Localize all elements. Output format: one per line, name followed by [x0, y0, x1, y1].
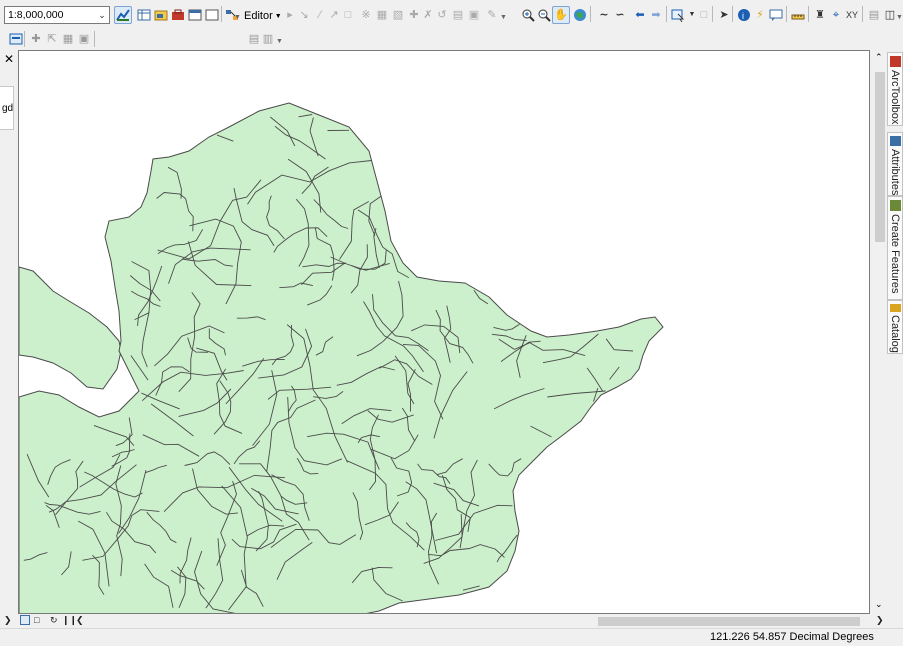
find-icon[interactable]: ♜: [812, 7, 828, 23]
window-icon[interactable]: [204, 7, 220, 23]
rotate-tool-icon[interactable]: ▧: [390, 7, 406, 23]
move-icon[interactable]: ✚: [28, 31, 44, 47]
attributes-window-icon[interactable]: ▤: [450, 7, 466, 23]
zoom-in-icon[interactable]: [520, 7, 536, 23]
find-route-icon[interactable]: ⌖: [828, 7, 844, 23]
polygon-layer: [19, 102, 664, 613]
python-icon[interactable]: [187, 7, 203, 23]
vertical-scroll-thumb[interactable]: [875, 72, 885, 242]
resize-icon[interactable]: ⇱: [44, 31, 60, 47]
toolbar-separator: [94, 31, 95, 47]
refresh-icon[interactable]: ↻: [50, 615, 58, 626]
layout-toolbar: ✚ ⇱ ▦ ▣ ⌄ ▤ ▥ ▼: [0, 28, 903, 75]
edit-tool-icon[interactable]: ↘: [296, 7, 312, 23]
identify-icon[interactable]: i: [736, 7, 752, 23]
full-extent-icon[interactable]: [572, 7, 588, 23]
measure-icon[interactable]: [790, 7, 806, 23]
svg-text:i: i: [742, 11, 744, 21]
scroll-down-icon[interactable]: ⌄: [875, 599, 883, 610]
cut-polygon-icon[interactable]: ※: [358, 7, 374, 23]
toc-layer-label: gd: [0, 86, 14, 130]
forward-icon[interactable]: ➡: [648, 7, 664, 23]
toolbar-overflow-icon[interactable]: ▼: [276, 38, 283, 48]
toolbar-separator: [808, 6, 809, 22]
region-mainland: [19, 266, 122, 390]
html-popup-icon[interactable]: [768, 7, 784, 23]
toolbar-separator: [862, 6, 863, 22]
map-layer: [19, 102, 664, 613]
scroll-up-icon[interactable]: ⌃: [875, 52, 883, 63]
fixed-zoom-in-icon[interactable]: ∼: [596, 7, 612, 23]
status-bar: 121.226 54.857 Decimal Degrees: [0, 628, 903, 646]
editor-label: Editor: [244, 10, 273, 22]
hyperlink-icon[interactable]: ⚡: [752, 7, 768, 23]
dock-tab-label: Attributes: [889, 148, 901, 195]
toolbar-overflow-icon[interactable]: ▼: [500, 14, 507, 24]
sketch-icon[interactable]: □: [340, 7, 356, 23]
layout-view-icon[interactable]: □: [34, 615, 39, 625]
chevron-down-icon: ⌄: [98, 9, 106, 20]
arcmap-window: 1:8,000,000 ⌄ ▼ Editor ▼ ▸ ↘ ∕ ↗ □ ※ ▦ ▧…: [0, 0, 903, 646]
toolbox-icon: [889, 56, 901, 67]
map-scale-value: 1:8,000,000: [8, 9, 64, 21]
map-scale-combobox[interactable]: 1:8,000,000 ⌄: [4, 6, 110, 24]
toolbox-icon[interactable]: [170, 7, 186, 23]
scroll-left-icon[interactable]: ❮: [76, 615, 84, 626]
toc-expand-icon[interactable]: ❯: [4, 615, 12, 626]
back-icon[interactable]: ⬅: [632, 7, 648, 23]
close-icon[interactable]: ✕: [4, 52, 14, 66]
dock-tab-attributes[interactable]: Attributes: [887, 132, 903, 196]
caret-down-icon: ▼: [274, 12, 282, 20]
table-of-contents-panel: [0, 50, 18, 614]
frame-icon[interactable]: ▣: [76, 31, 92, 47]
toolbar-separator: [590, 6, 591, 22]
dock-tab-label: Create Features: [889, 214, 901, 294]
standard-toolbar: 1:8,000,000 ⌄ ▼ Editor ▼ ▸ ↘ ∕ ↗ □ ※ ▦ ▧…: [0, 0, 903, 28]
catalog-icon: [889, 304, 901, 313]
map-canvas[interactable]: [18, 50, 870, 614]
pause-drawing-icon[interactable]: ❙❙: [62, 615, 77, 626]
horizontal-scroll-thumb[interactable]: [598, 617, 860, 626]
dock-tab-arctoolbox[interactable]: ArcToolbox: [887, 52, 903, 126]
pan-icon[interactable]: ✋: [552, 6, 570, 24]
add-data-icon[interactable]: [114, 6, 132, 24]
go-to-xy-icon[interactable]: XY: [844, 7, 860, 23]
catalog-icon[interactable]: [153, 7, 169, 23]
create-features-icon[interactable]: ✎: [484, 7, 500, 23]
dock-tab-create-features[interactable]: Create Features: [887, 196, 903, 300]
toolbar-separator: [732, 6, 733, 22]
split-tool-icon[interactable]: ▦: [374, 7, 390, 23]
vertical-scrollbar[interactable]: ⌃ ⌄: [873, 50, 887, 614]
cursor-coordinates: 121.226 54.857 Decimal Degrees: [710, 631, 874, 643]
toolbar-overflow-icon[interactable]: ▼: [896, 14, 903, 24]
toolbar-overflow-icon[interactable]: ▼: [234, 14, 241, 24]
dock-tab-catalog[interactable]: Catalog: [887, 300, 903, 354]
horizontal-scrollbar[interactable]: [86, 615, 872, 627]
create-features-icon: [889, 200, 901, 211]
dock-tab-label: Catalog: [889, 315, 901, 353]
toolbar-separator: [666, 6, 667, 22]
right-dock: ArcToolbox Attributes Create Features Ca…: [887, 50, 903, 614]
select-elements-icon[interactable]: ➤: [716, 7, 732, 23]
toolbar-separator: [786, 6, 787, 22]
dock-tab-label: ArcToolbox: [889, 70, 901, 125]
grid-icon[interactable]: ▦: [60, 31, 76, 47]
undo-sketch-icon[interactable]: ↺: [434, 7, 450, 23]
toolbar-separator: [221, 6, 222, 22]
editor-menu-button[interactable]: Editor ▼: [244, 8, 282, 24]
time-slider-icon[interactable]: ▤: [866, 7, 882, 23]
scroll-right-icon[interactable]: ❯: [876, 615, 884, 626]
zoom-out-icon[interactable]: [536, 7, 552, 23]
attributes-icon: [889, 136, 901, 146]
sketch-properties-icon[interactable]: ▣: [466, 7, 482, 23]
clear-selection-icon[interactable]: □: [696, 7, 712, 23]
fixed-zoom-out-icon[interactable]: ∽: [612, 7, 628, 23]
layer-view-icon[interactable]: [8, 31, 24, 47]
toolbar-separator: [24, 31, 25, 47]
table-icon[interactable]: [136, 7, 152, 23]
annotation-list-icon[interactable]: ▥: [260, 31, 276, 47]
toolbar-separator: [712, 6, 713, 22]
data-view-icon[interactable]: [20, 615, 30, 625]
